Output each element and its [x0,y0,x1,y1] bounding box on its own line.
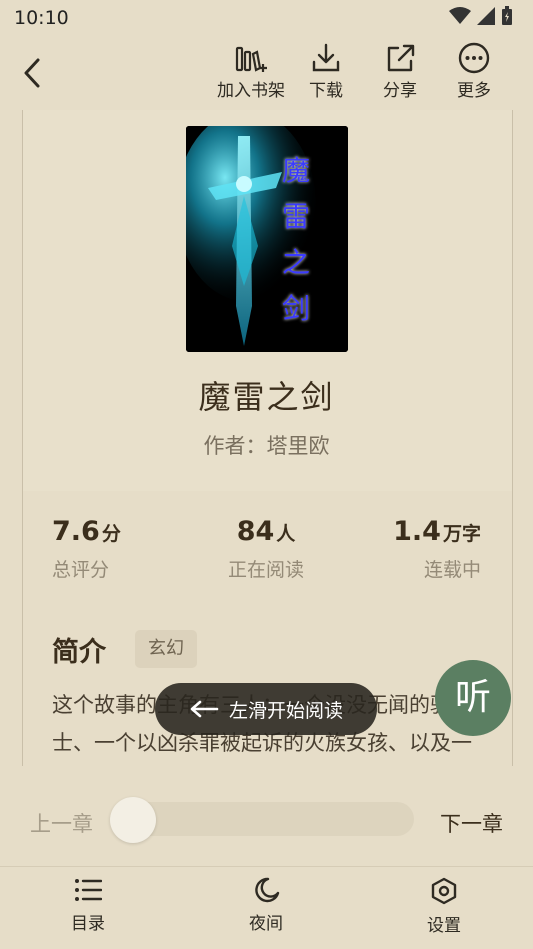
swipe-hint-toast: 左滑开始阅读 [155,683,377,735]
toc-label: 目录 [71,914,105,934]
left-arrow-icon [190,700,219,718]
stat-readers-unit: 人 [276,523,296,545]
cover-title-text: 魔雷之剑 [282,154,311,325]
stat-words-label: 连载中 [423,559,481,581]
genre-tag[interactable]: 玄幻 [135,630,197,668]
night-mode-button[interactable]: 夜间 [226,877,306,934]
top-toolbar: 加入书架 下载 分享 更多 [0,36,533,110]
settings-button[interactable]: 设置 [404,877,484,936]
stat-words-value: 1.4 [393,516,441,547]
add-to-shelf-label: 加入书架 [217,81,285,101]
night-mode-label: 夜间 [249,914,283,934]
download-button[interactable]: 下载 [289,42,363,101]
stat-readers-label: 正在阅读 [227,559,304,581]
status-time: 10:10 [14,7,69,29]
share-icon [387,44,415,72]
moon-icon [255,877,280,903]
stat-readers-value: 84 [236,516,275,547]
cover-art-image [186,126,348,352]
stat-rating-label: 总评分 [52,559,110,581]
bottom-navigation: 目录 夜间 设置 [0,866,533,949]
wifi-icon [449,7,471,24]
download-icon [312,43,340,72]
bookshelf-add-icon [235,46,267,72]
prev-chapter-button[interactable]: 上一章 [30,808,93,838]
book-author: 作者：塔里欧 [203,434,330,458]
stat-readers: 84 人 正在阅读 [191,516,341,582]
status-bar: 10:10 [0,0,533,36]
chapter-progress-thumb[interactable] [110,797,156,843]
book-title: 魔雷之剑 [198,378,335,416]
back-button[interactable] [18,56,50,90]
book-cover[interactable]: 魔雷之剑 [186,126,348,352]
next-chapter-button[interactable]: 下一章 [440,808,503,838]
stat-words: 1.4 万字 连载中 [331,516,481,582]
share-label: 分享 [383,81,417,101]
list-icon [75,879,102,901]
chapter-navigation: 上一章 下一章 [0,766,533,866]
settings-label: 设置 [427,916,461,936]
listen-button[interactable]: 听 [435,660,511,736]
stat-rating-unit: 分 [101,523,121,545]
stat-rating-value: 7.6 [52,516,100,547]
more-button[interactable]: 更多 [437,42,511,101]
signal-icon [477,7,495,25]
more-icon [458,42,490,74]
back-arrow-icon [24,58,40,88]
share-button[interactable]: 分享 [363,42,437,101]
stat-words-unit: 万字 [442,523,481,545]
chapter-progress-slider[interactable] [112,802,414,836]
intro-heading: 简介 [52,637,106,668]
settings-hexagon-icon [431,877,457,905]
more-label: 更多 [457,81,491,101]
toc-button[interactable]: 目录 [48,877,128,934]
swipe-hint-text: 左滑开始阅读 [228,699,343,722]
battery-icon [502,6,512,25]
status-icons [449,6,513,26]
stat-rating: 7.6 分 总评分 [52,516,202,582]
download-label: 下载 [309,81,343,101]
add-to-shelf-button[interactable]: 加入书架 [214,42,288,101]
